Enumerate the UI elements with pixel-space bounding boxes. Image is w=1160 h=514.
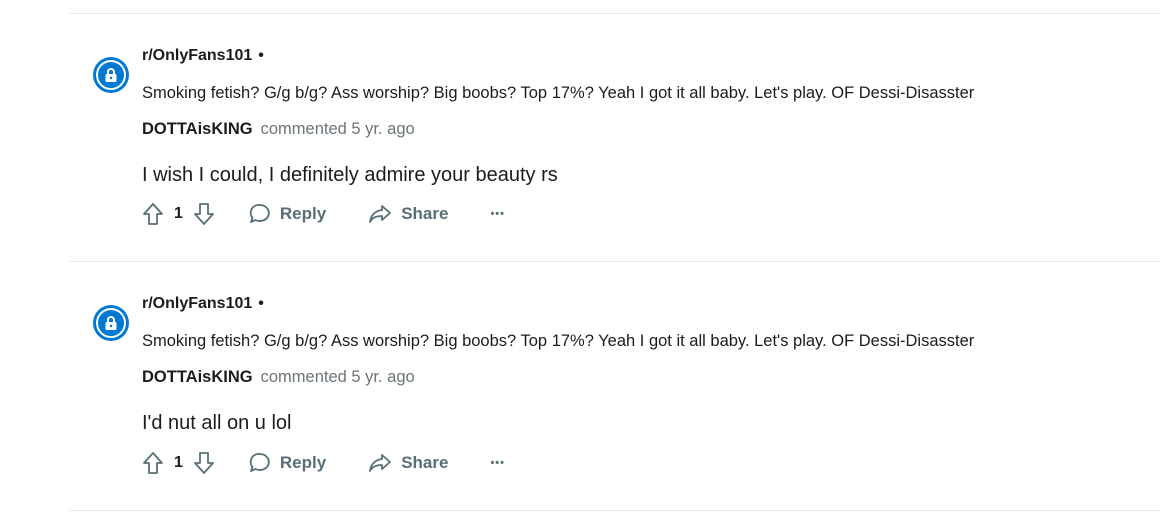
comment-meta: DOTTAisKING commented 5 yr. ago xyxy=(142,368,415,387)
comment-meta: DOTTAisKING commented 5 yr. ago xyxy=(142,120,415,139)
share-label: Share xyxy=(401,453,449,472)
subreddit-link[interactable]: r/OnlyFans101 xyxy=(142,47,252,64)
author-name[interactable]: DOTTAisKING xyxy=(142,368,253,386)
subreddit-avatar[interactable] xyxy=(93,305,129,341)
share-label: Share xyxy=(401,204,449,223)
comment-actions: 1 Reply Share ••• xyxy=(142,200,505,228)
more-options-button[interactable]: ••• xyxy=(490,208,505,220)
comment-timestamp: commented 5 yr. ago xyxy=(260,120,415,138)
comment-card: r/OnlyFans101 • Smoking fetish? G/g b/g? … xyxy=(0,0,1160,240)
comment-card: r/OnlyFans101 • Smoking fetish? G/g b/g? … xyxy=(0,248,1160,488)
separator-dot: • xyxy=(258,47,264,64)
bottom-divider xyxy=(70,510,1160,511)
separator-dot: • xyxy=(258,295,264,312)
reply-button[interactable]: Reply xyxy=(249,452,326,474)
comment-body: I wish I could, I definitely admire your… xyxy=(142,164,558,186)
share-button[interactable]: Share xyxy=(368,452,448,474)
vote-count: 1 xyxy=(174,205,183,222)
subreddit-name[interactable]: r/OnlyFans101 • xyxy=(142,295,264,313)
post-title[interactable]: Smoking fetish? G/g b/g? Ass worship? Bi… xyxy=(142,332,974,351)
upvote-icon[interactable] xyxy=(142,451,164,475)
more-options-button[interactable]: ••• xyxy=(490,457,505,469)
subreddit-avatar[interactable] xyxy=(93,57,129,93)
author-name[interactable]: DOTTAisKING xyxy=(142,120,253,138)
comment-actions: 1 Reply Share ••• xyxy=(142,449,505,477)
comment-bubble-icon xyxy=(249,452,271,474)
reply-label: Reply xyxy=(279,453,327,472)
comment-timestamp: commented 5 yr. ago xyxy=(260,368,415,386)
subreddit-link[interactable]: r/OnlyFans101 xyxy=(142,295,252,312)
comment-body: I'd nut all on u lol xyxy=(142,412,292,434)
vote-count: 1 xyxy=(174,454,183,471)
share-button[interactable]: Share xyxy=(368,203,448,225)
comment-bubble-icon xyxy=(249,203,271,225)
share-arrow-icon xyxy=(368,203,392,225)
share-arrow-icon xyxy=(368,452,392,474)
reply-button[interactable]: Reply xyxy=(249,203,326,225)
more-dots-icon: ••• xyxy=(490,208,506,220)
downvote-icon[interactable] xyxy=(193,451,215,475)
upvote-icon[interactable] xyxy=(142,202,164,226)
reply-label: Reply xyxy=(279,204,327,223)
more-dots-icon: ••• xyxy=(490,457,506,469)
subreddit-name[interactable]: r/OnlyFans101 • xyxy=(142,47,264,65)
post-title[interactable]: Smoking fetish? G/g b/g? Ass worship? Bi… xyxy=(142,84,974,103)
downvote-icon[interactable] xyxy=(193,202,215,226)
